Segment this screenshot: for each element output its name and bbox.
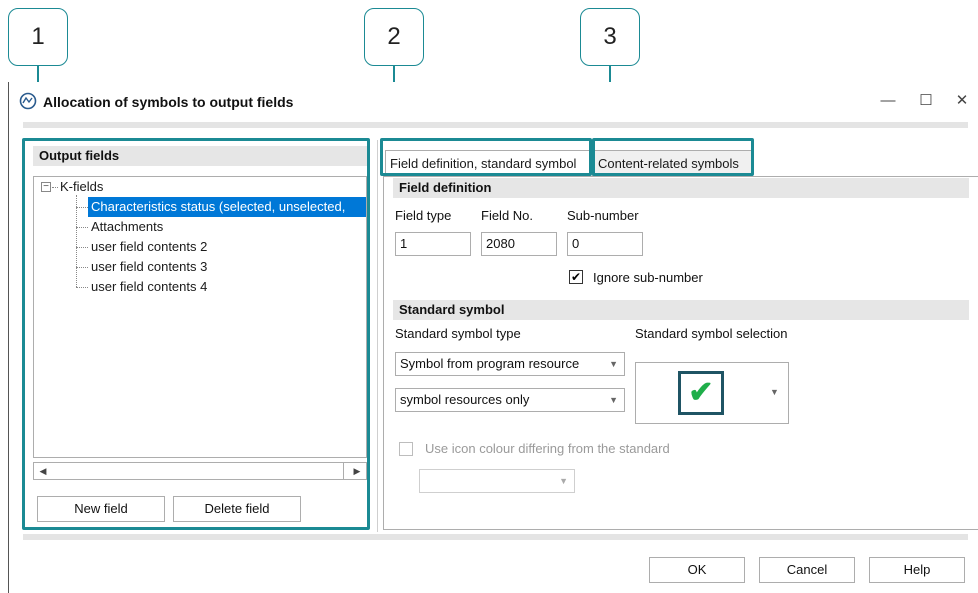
maximize-button[interactable]: ☐ xyxy=(915,90,937,112)
field-no-input[interactable]: 2080 xyxy=(481,232,557,256)
ok-button[interactable]: OK xyxy=(649,557,745,583)
tab-field-definition[interactable]: Field definition, standard symbol xyxy=(385,150,593,176)
tree-root-kfields[interactable]: K-fields xyxy=(60,177,103,197)
tree-connector xyxy=(76,227,88,228)
scrollbar-thumb[interactable] xyxy=(54,463,344,479)
symbol-resource-select[interactable]: symbol resources only ▼ xyxy=(395,388,625,412)
tab-content-related-symbols[interactable]: Content-related symbols xyxy=(593,150,753,176)
tree-connector xyxy=(76,207,88,208)
bottom-separator xyxy=(23,534,968,540)
minimize-button[interactable]: — xyxy=(877,90,899,112)
field-type-input[interactable]: 1 xyxy=(395,232,471,256)
tree-item-user-field-4[interactable]: user field contents 4 xyxy=(91,277,207,297)
tree-connector xyxy=(76,195,77,287)
chevron-down-icon: ▼ xyxy=(559,476,568,486)
field-no-label: Field No. xyxy=(481,208,534,223)
tree-item-user-field-2[interactable]: user field contents 2 xyxy=(91,237,207,257)
collapse-icon[interactable]: − xyxy=(41,182,51,192)
scroll-left-icon[interactable]: ◀ xyxy=(34,463,52,479)
tree-connector xyxy=(76,247,88,248)
checkmark-icon: ✔ xyxy=(678,371,724,415)
symbol-resource-value: symbol resources only xyxy=(400,392,530,407)
tree-item-characteristics-status[interactable]: Characteristics status (selected, unsele… xyxy=(88,197,366,217)
output-fields-panel: Output fields − K-fields Characteristics… xyxy=(29,140,369,528)
tree-connector xyxy=(52,187,58,188)
tree-connector xyxy=(76,287,88,288)
icon-colour-select[interactable]: ▼ xyxy=(419,469,575,493)
delete-field-button[interactable]: Delete field xyxy=(173,496,301,522)
symbol-type-value: Symbol from program resource xyxy=(400,356,580,371)
tree-connector xyxy=(76,267,88,268)
ignore-sub-number-checkbox[interactable]: ✔ xyxy=(569,270,583,284)
panel-divider xyxy=(377,140,378,532)
sub-number-label: Sub-number xyxy=(567,208,639,223)
standard-symbol-selection-label: Standard symbol selection xyxy=(635,326,788,341)
output-fields-header: Output fields xyxy=(33,146,367,166)
ignore-sub-number-label: Ignore sub-number xyxy=(593,270,703,285)
callout-3: 3 xyxy=(580,8,640,66)
new-field-button[interactable]: New field xyxy=(37,496,165,522)
tree-item-user-field-3[interactable]: user field contents 3 xyxy=(91,257,207,277)
tree-horizontal-scrollbar[interactable]: ◀ ▶ xyxy=(33,462,367,480)
field-definition-header: Field definition xyxy=(393,178,969,198)
icon-colour-label: Use icon colour differing from the stand… xyxy=(425,441,670,456)
dialog-window: Allocation of symbols to output fields —… xyxy=(8,82,978,593)
title-bar: Allocation of symbols to output fields —… xyxy=(9,82,978,122)
symbol-type-select[interactable]: Symbol from program resource ▼ xyxy=(395,352,625,376)
standard-symbol-type-label: Standard symbol type xyxy=(395,326,521,341)
close-button[interactable]: ✕ xyxy=(951,90,973,112)
field-type-label: Field type xyxy=(395,208,452,223)
callout-1: 1 xyxy=(8,8,68,66)
symbol-selection-box[interactable]: ✔ ▼ xyxy=(635,362,789,424)
window-title: Allocation of symbols to output fields xyxy=(43,94,294,110)
standard-symbol-header: Standard symbol xyxy=(393,300,969,320)
chevron-down-icon: ▼ xyxy=(609,359,618,369)
chevron-down-icon[interactable]: ▼ xyxy=(770,387,779,397)
chevron-down-icon: ▼ xyxy=(609,395,618,405)
output-fields-tree[interactable]: − K-fields Characteristics status (selec… xyxy=(33,176,367,458)
title-separator xyxy=(23,122,968,128)
help-button[interactable]: Help xyxy=(869,557,965,583)
sub-number-input[interactable]: 0 xyxy=(567,232,643,256)
icon-colour-checkbox[interactable] xyxy=(399,442,413,456)
app-logo-icon xyxy=(19,92,37,110)
scroll-right-icon[interactable]: ▶ xyxy=(348,463,366,479)
callout-2: 2 xyxy=(364,8,424,66)
tree-item-attachments[interactable]: Attachments xyxy=(91,217,163,237)
cancel-button[interactable]: Cancel xyxy=(759,557,855,583)
